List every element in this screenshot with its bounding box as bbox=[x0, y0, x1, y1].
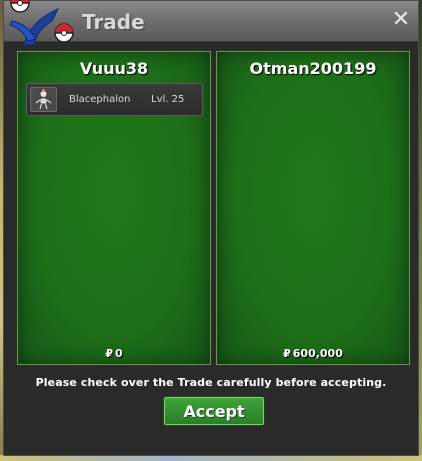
trade-notice: Please check over the Trade carefully be… bbox=[35, 376, 387, 389]
pokemon-sprite-icon bbox=[30, 87, 57, 112]
money-right: ₽600,000 bbox=[217, 347, 409, 360]
money-amount-left: 0 bbox=[115, 347, 123, 360]
accept-button[interactable]: Accept bbox=[164, 397, 264, 425]
title-bar[interactable]: Trade ✕ bbox=[4, 0, 418, 46]
close-icon[interactable]: ✕ bbox=[390, 9, 412, 31]
window-title: Trade bbox=[82, 10, 145, 34]
pokeball-logo-icon bbox=[9, 0, 74, 46]
money-amount-right: 600,000 bbox=[292, 347, 343, 360]
partner-offer-panel: Otman200199 ₽600,000 bbox=[216, 51, 410, 365]
currency-symbol: ₽ bbox=[283, 347, 291, 360]
trainer-name-right: Otman200199 bbox=[249, 59, 377, 78]
trade-window: Trade ✕ Vuuu38 Blacephalon Lvl. 25 ₽0 Ot… bbox=[3, 0, 419, 456]
money-left: ₽0 bbox=[18, 347, 210, 360]
offered-pokemon-item[interactable]: Blacephalon Lvl. 25 bbox=[26, 83, 203, 116]
pokemon-level: Lvl. 25 bbox=[151, 94, 185, 105]
trainer-name-left: Vuuu38 bbox=[79, 59, 149, 78]
pokemon-name: Blacephalon bbox=[69, 94, 131, 105]
own-offer-panel: Vuuu38 Blacephalon Lvl. 25 ₽0 bbox=[17, 51, 211, 365]
currency-symbol: ₽ bbox=[105, 347, 113, 360]
